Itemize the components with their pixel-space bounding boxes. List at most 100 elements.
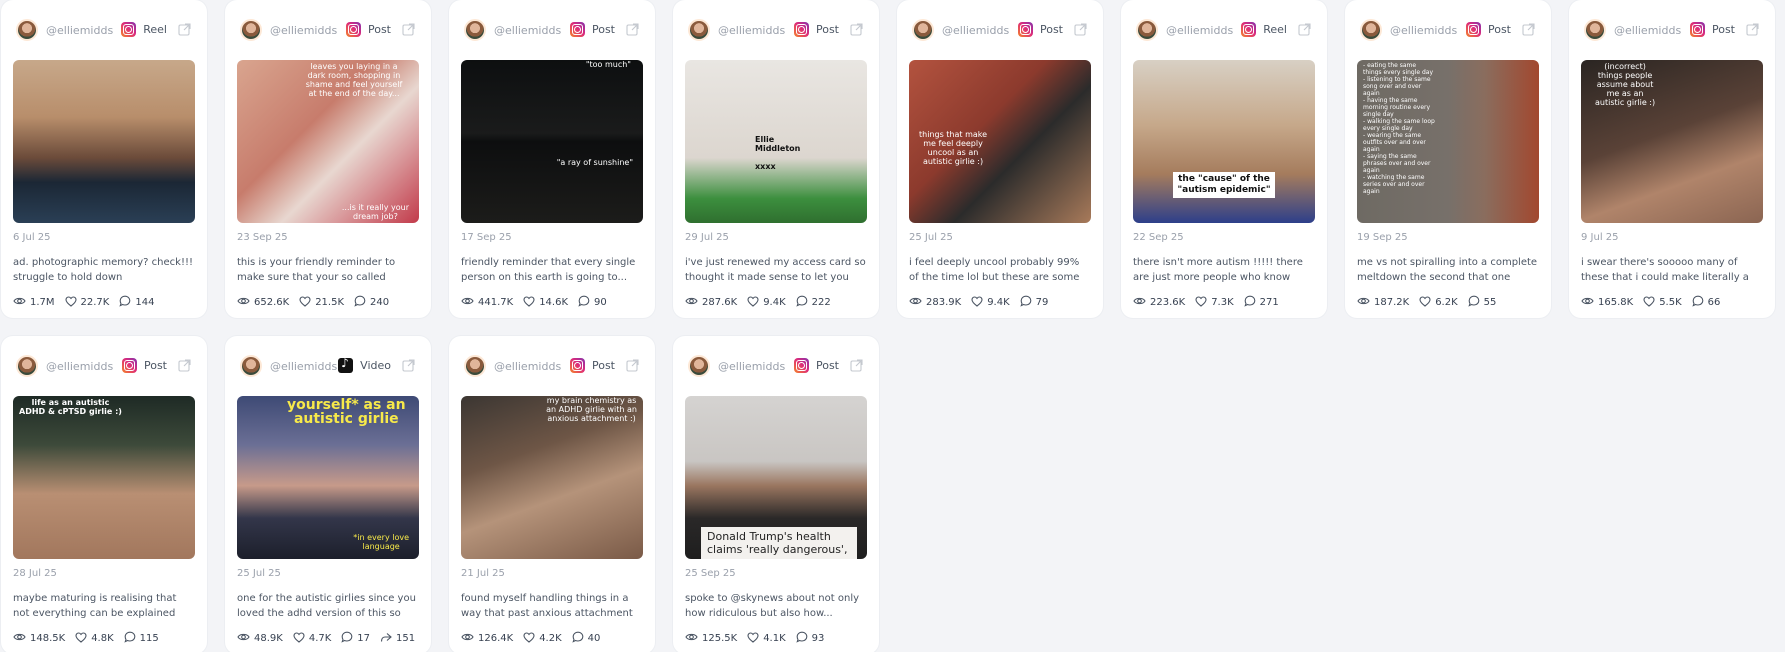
account-handle[interactable]: @elliemidds bbox=[1614, 24, 1681, 37]
avatar[interactable] bbox=[16, 355, 38, 377]
post-card[interactable]: @elliemidds Post "too much" "a ray of sun… bbox=[449, 0, 655, 318]
avatar[interactable] bbox=[688, 19, 710, 41]
post-header: @elliemidds Video bbox=[237, 336, 419, 396]
post-card[interactable]: @elliemidds Post my brain chemistry as a… bbox=[449, 336, 655, 652]
account-handle[interactable]: @elliemidds bbox=[270, 24, 337, 37]
views-stat: 126.4K bbox=[461, 632, 513, 645]
heart-icon bbox=[523, 631, 539, 646]
post-thumbnail[interactable]: Donald Trump's health claims 'really dan… bbox=[685, 396, 867, 559]
comments-stat: 271 bbox=[1244, 295, 1279, 310]
heart-icon bbox=[971, 295, 987, 310]
post-card[interactable]: @elliemidds Post (incorrect) things peop… bbox=[1569, 0, 1775, 318]
tiktok-icon bbox=[338, 356, 354, 373]
platform-label: Reel bbox=[1241, 22, 1311, 37]
account-handle[interactable]: @elliemidds bbox=[494, 24, 561, 37]
post-header: @elliemidds Reel bbox=[13, 0, 195, 60]
post-caption: ad. photographic memory? check!!! strugg… bbox=[13, 257, 193, 283]
post-caption: this is your friendly reminder to make s… bbox=[237, 257, 396, 283]
comments-count: 144 bbox=[135, 297, 155, 308]
post-thumbnail[interactable]: yourself* as an autistic girlie *in every… bbox=[237, 396, 419, 559]
external-link-icon[interactable] bbox=[850, 23, 863, 36]
eye-icon bbox=[1133, 296, 1150, 309]
external-link-icon[interactable] bbox=[1522, 23, 1535, 36]
views-count: 125.5K bbox=[702, 633, 738, 644]
post-card[interactable]: @elliemidds Post leaves you laying in a … bbox=[225, 0, 431, 318]
avatar[interactable] bbox=[912, 19, 934, 41]
platform-label: Post bbox=[1465, 22, 1535, 37]
account-handle[interactable]: @elliemidds bbox=[942, 24, 1009, 37]
instagram-icon bbox=[793, 22, 809, 37]
account-handle[interactable]: @elliemidds bbox=[1390, 24, 1457, 37]
eye-icon bbox=[13, 296, 30, 309]
avatar[interactable] bbox=[240, 355, 262, 377]
account-handle[interactable]: @elliemidds bbox=[46, 360, 113, 373]
views-count: 165.8K bbox=[1598, 297, 1634, 308]
post-card[interactable]: @elliemidds Post life as an autistic ADH… bbox=[1, 336, 207, 652]
post-thumbnail[interactable]: "too much" "a ray of sunshine" bbox=[461, 60, 643, 223]
views-stat: 1.7M bbox=[13, 296, 55, 309]
external-link-icon[interactable] bbox=[1298, 23, 1311, 36]
likes-stat: 7.3K bbox=[1195, 295, 1234, 310]
likes-count: 7.3K bbox=[1211, 297, 1234, 308]
post-stats: 125.5K 4.1K 93 bbox=[685, 631, 867, 646]
instagram-icon bbox=[1017, 22, 1033, 37]
thumbnail-overlay-text: Donald Trump's health claims 'really dan… bbox=[701, 527, 857, 559]
eye-icon bbox=[237, 296, 254, 309]
account-handle[interactable]: @elliemidds bbox=[718, 24, 785, 37]
post-card[interactable]: @elliemidds Post things that make me fee… bbox=[897, 0, 1103, 318]
avatar[interactable] bbox=[464, 355, 486, 377]
post-card[interactable]: @elliemidds Post - eating the same thing… bbox=[1345, 0, 1551, 318]
avatar[interactable] bbox=[464, 19, 486, 41]
post-type: Post bbox=[591, 359, 615, 372]
post-header: @elliemidds Post bbox=[1581, 0, 1763, 60]
external-link-icon[interactable] bbox=[1746, 23, 1759, 36]
views-count: 287.6K bbox=[702, 297, 738, 308]
account-handle[interactable]: @elliemidds bbox=[1166, 24, 1233, 37]
post-thumbnail[interactable] bbox=[13, 60, 195, 223]
account-handle[interactable]: @elliemidds bbox=[46, 24, 113, 37]
post-thumbnail[interactable]: leaves you laying in a dark room, shoppi… bbox=[237, 60, 419, 223]
post-thumbnail[interactable]: things that make me feel deeply uncool a… bbox=[909, 60, 1091, 223]
comment-icon bbox=[124, 631, 140, 646]
post-thumbnail[interactable]: (incorrect) things people assume about m… bbox=[1581, 60, 1763, 223]
post-card[interactable]: @elliemidds Reel 6 Jul 25 ad. photograph… bbox=[1, 0, 207, 318]
platform-label: Post bbox=[345, 22, 415, 37]
comments-count: 115 bbox=[139, 633, 159, 644]
external-link-icon[interactable] bbox=[402, 23, 415, 36]
avatar[interactable] bbox=[240, 19, 262, 41]
likes-count: 14.6K bbox=[539, 297, 569, 308]
views-count: 283.9K bbox=[926, 297, 962, 308]
account-handle[interactable]: @elliemidds bbox=[494, 360, 561, 373]
external-link-icon[interactable] bbox=[626, 359, 639, 372]
avatar[interactable] bbox=[1584, 19, 1606, 41]
post-thumbnail[interactable]: - eating the same things every single da… bbox=[1357, 60, 1539, 223]
account-handle[interactable]: @elliemidds bbox=[270, 360, 337, 373]
post-card[interactable]: @elliemidds Video yourself* as an autist… bbox=[225, 336, 431, 652]
account-handle[interactable]: @elliemidds bbox=[718, 360, 785, 373]
post-card[interactable]: @elliemidds Reel the "cause" of the "aut… bbox=[1121, 0, 1327, 318]
comment-icon bbox=[572, 631, 588, 646]
instagram-icon bbox=[1689, 22, 1705, 37]
post-card[interactable]: @elliemidds Post Donald Trump's health c… bbox=[673, 336, 879, 652]
post-thumbnail[interactable]: my brain chemistry as an ADHD girlie wit… bbox=[461, 396, 643, 559]
post-stats: 652.6K 21.5K 240 bbox=[237, 295, 419, 310]
external-link-icon[interactable] bbox=[402, 359, 415, 372]
post-thumbnail[interactable]: the "cause" of the "autism epidemic" bbox=[1133, 60, 1315, 223]
external-link-icon[interactable] bbox=[1074, 23, 1087, 36]
avatar[interactable] bbox=[688, 355, 710, 377]
avatar[interactable] bbox=[16, 19, 38, 41]
post-thumbnail[interactable]: Ellie Middleton xxxx bbox=[685, 60, 867, 223]
views-count: 441.7K bbox=[478, 297, 514, 308]
external-link-icon[interactable] bbox=[850, 359, 863, 372]
avatar[interactable] bbox=[1360, 19, 1382, 41]
post-date: 23 Sep 25 bbox=[237, 232, 288, 243]
external-link-icon[interactable] bbox=[626, 23, 639, 36]
post-header: @elliemidds Post bbox=[1357, 0, 1539, 60]
external-link-icon[interactable] bbox=[178, 359, 191, 372]
post-caption: there isn't more autism !!!!! there are … bbox=[1133, 257, 1303, 283]
post-thumbnail[interactable]: life as an autistic ADHD & cPTSD girlie … bbox=[13, 396, 195, 559]
avatar[interactable] bbox=[1136, 19, 1158, 41]
post-type: Post bbox=[815, 23, 839, 36]
external-link-icon[interactable] bbox=[178, 23, 191, 36]
post-card[interactable]: @elliemidds Post Ellie Middleton xxxx 29 … bbox=[673, 0, 879, 318]
